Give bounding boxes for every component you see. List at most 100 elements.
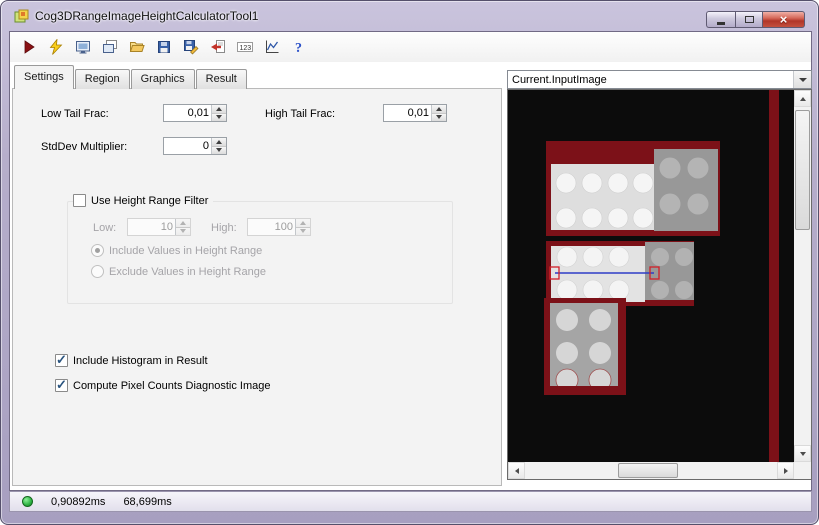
high-down-button [296,226,310,235]
pixel-counts-button[interactable]: 123 [234,36,255,58]
tabstrip: Settings Region Graphics Result [14,65,248,89]
vertical-scroll-thumb[interactable] [795,110,810,230]
use-height-range-filter-checkbox[interactable] [73,194,86,207]
include-values-row: Include Values in Height Range [91,244,262,257]
stddev-multiplier-down-button[interactable] [212,145,226,154]
execution-time: 0,90892ms [51,495,106,508]
status-led-icon [22,496,33,507]
chevron-down-icon [798,77,807,82]
run-button[interactable] [18,36,39,58]
scroll-left-button[interactable] [508,462,525,479]
status-bar: 0,90892ms 68,699ms [9,491,812,512]
save-edit-icon [183,40,198,55]
plot-button[interactable] [261,36,282,58]
include-values-label: Include Values in Height Range [109,244,263,257]
show-diagnostic-image-button[interactable] [99,36,120,58]
include-histogram-label: Include Histogram in Result [73,354,208,367]
import-arrow-icon [210,40,225,53]
stddev-multiplier-label: StdDev Multiplier: [41,141,128,153]
scroll-down-button[interactable] [794,445,811,462]
low-tail-frac-label: Low Tail Frac: [41,108,109,120]
close-icon: × [779,12,788,27]
high-tail-frac-label: High Tail Frac: [265,108,336,120]
high-tail-frac-input[interactable] [384,105,431,121]
electric-runs-button[interactable] [45,36,66,58]
minimize-icon [717,21,725,25]
scroll-up-button[interactable] [794,90,811,107]
image-source-value: Current.InputImage [512,73,607,86]
tab-result[interactable]: Result [195,69,247,89]
compute-pixel-counts-checkbox[interactable] [55,377,68,393]
help-icon: ? [295,41,302,55]
horizontal-scroll-thumb[interactable] [618,463,678,478]
low-tail-frac-down-button[interactable] [212,112,226,121]
low-up-button [176,219,190,227]
high-spinner [247,218,311,236]
low-tail-frac-spinner [163,104,227,122]
monitor-icon [75,41,90,54]
include-values-radio [91,244,104,257]
horizontal-scrollbar[interactable] [508,462,794,479]
svg-text:?: ? [295,41,302,55]
stddev-multiplier-up-button[interactable] [212,138,226,146]
low-tail-frac-up-button[interactable] [212,105,226,113]
maximize-icon [744,16,754,23]
high-up-button [296,219,310,227]
save-button[interactable] [153,36,174,58]
use-height-range-filter-row: Use Height Range Filter [73,194,214,207]
stddev-multiplier-spinner [163,137,227,155]
include-histogram-row: Include Histogram in Result [55,352,208,368]
run-icon [24,40,35,54]
plot-icon [265,40,278,53]
lightning-icon [49,39,62,55]
compute-pixel-counts-row: Compute Pixel Counts Diagnostic Image [55,377,271,393]
client-area: 123 ? Settings Region Graphics Result Lo… [9,31,812,491]
image-display-area [507,89,812,480]
open-button[interactable] [126,36,147,58]
import-button[interactable] [207,36,228,58]
range-image-display[interactable] [508,90,794,462]
save-as-button[interactable] [180,36,201,58]
close-button[interactable]: × [763,11,805,28]
scroll-right-button[interactable] [777,462,794,479]
high-tail-frac-down-button[interactable] [432,112,446,121]
settings-pane: Low Tail Frac: High Tail Frac: StdDev Mu… [12,88,502,486]
tab-graphics[interactable]: Graphics [130,69,195,89]
low-input [128,219,175,235]
save-icon [157,41,170,53]
low-label: Low: [93,222,117,234]
show-image-button[interactable] [72,36,93,58]
help-button[interactable]: ? [288,36,309,58]
image-source-combobox[interactable]: Current.InputImage [507,70,812,89]
high-tail-frac-spinner [383,104,447,122]
open-folder-icon [129,42,145,52]
windows-icon [102,40,117,53]
include-histogram-checkbox[interactable] [55,352,68,368]
toolbar: 123 ? [10,32,811,62]
minimize-button[interactable] [706,11,735,28]
compute-pixel-counts-label: Compute Pixel Counts Diagnostic Image [73,379,271,392]
combo-dropdown-button[interactable] [793,71,811,88]
tab-settings[interactable]: Settings [14,65,74,89]
exclude-values-row: Exclude Values in Height Range [91,265,266,278]
tab-region[interactable]: Region [74,69,130,89]
counts-123-icon: 123 [236,42,253,52]
tool-edit-window: Cog3DRangeImageHeightCalculatorTool1 × 1… [0,0,819,525]
exclude-values-radio [91,265,104,278]
maximize-button[interactable] [735,11,763,28]
high-input [248,219,295,235]
low-down-button [176,226,190,235]
high-tail-frac-up-button[interactable] [432,105,446,113]
window-title: Cog3DRangeImageHeightCalculatorTool1 [35,9,259,23]
titlebar[interactable]: Cog3DRangeImageHeightCalculatorTool1 × [1,1,818,31]
total-time: 68,699ms [123,495,172,508]
use-height-range-filter-label: Use Height Range Filter [91,194,209,207]
high-label: High: [211,222,237,234]
low-spinner [127,218,191,236]
tool-app-icon [14,9,29,24]
exclude-values-label: Exclude Values in Height Range [109,265,266,278]
vertical-scrollbar[interactable] [794,90,811,462]
low-tail-frac-input[interactable] [164,105,211,121]
stddev-multiplier-input[interactable] [164,138,211,154]
scrollbar-corner [794,462,811,479]
